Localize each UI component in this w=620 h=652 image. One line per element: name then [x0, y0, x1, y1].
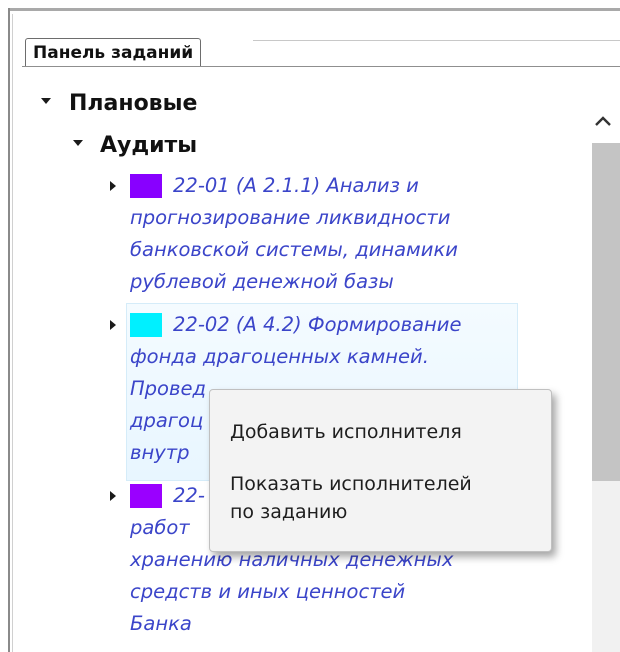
- panel-tab-tasks[interactable]: Панель заданий: [25, 38, 202, 67]
- panel-divider: [22, 66, 620, 67]
- task-item-1-line[interactable]: 22-01 (А 2.1.1) Анализ и: [173, 173, 419, 199]
- task-item-1-line[interactable]: рублевой денежной базы: [130, 269, 394, 295]
- task-item-1-line[interactable]: банковской системы, динамики: [130, 237, 458, 263]
- task-color-swatch: [130, 313, 162, 337]
- task-item-2-line[interactable]: фонда драгоценных камней.: [130, 344, 429, 370]
- expand-item-icon[interactable]: [110, 320, 116, 330]
- expand-subgroup-icon[interactable]: [73, 140, 83, 146]
- task-item-3-line[interactable]: средств и иных ценностей: [130, 579, 405, 605]
- menu-item-show-executors-line1: Показать исполнителей: [230, 473, 472, 495]
- tree-subgroup-label[interactable]: Аудиты: [100, 133, 197, 159]
- scrollbar-thumb[interactable]: [592, 143, 620, 481]
- expand-item-icon[interactable]: [110, 491, 116, 501]
- left-border-inner: [12, 14, 13, 652]
- task-color-swatch: [130, 174, 162, 198]
- context-menu: Добавить исполнителя Показать исполнител…: [209, 389, 552, 552]
- task-item-2-line[interactable]: внутр: [130, 440, 190, 466]
- task-item-3-line[interactable]: работ: [130, 515, 190, 541]
- menu-item-show-executors[interactable]: Показать исполнителей по заданию: [230, 470, 472, 526]
- expand-item-icon[interactable]: [110, 181, 116, 191]
- top-border: [8, 8, 620, 11]
- tree-group-label[interactable]: Плановые: [69, 91, 197, 117]
- task-item-2-line[interactable]: Провед: [130, 376, 206, 402]
- task-item-2-line[interactable]: драгоц: [130, 408, 203, 434]
- task-item-3-line[interactable]: Банка: [130, 611, 192, 637]
- task-item-3-line[interactable]: 22-: [173, 483, 205, 509]
- chevron-up-icon[interactable]: [591, 108, 615, 134]
- task-color-swatch: [130, 484, 162, 508]
- expand-group-icon[interactable]: [41, 98, 51, 104]
- menu-item-show-executors-line2: по заданию: [230, 501, 348, 523]
- task-item-1-line[interactable]: прогнозирование ликвидности: [130, 205, 450, 231]
- window-top: [0, 0, 620, 8]
- task-item-2-line[interactable]: 22-02 (А 4.2) Формирование: [173, 312, 461, 338]
- left-border: [8, 8, 10, 652]
- panel-header-line: [253, 40, 620, 41]
- menu-item-add-executor[interactable]: Добавить исполнителя: [230, 418, 462, 446]
